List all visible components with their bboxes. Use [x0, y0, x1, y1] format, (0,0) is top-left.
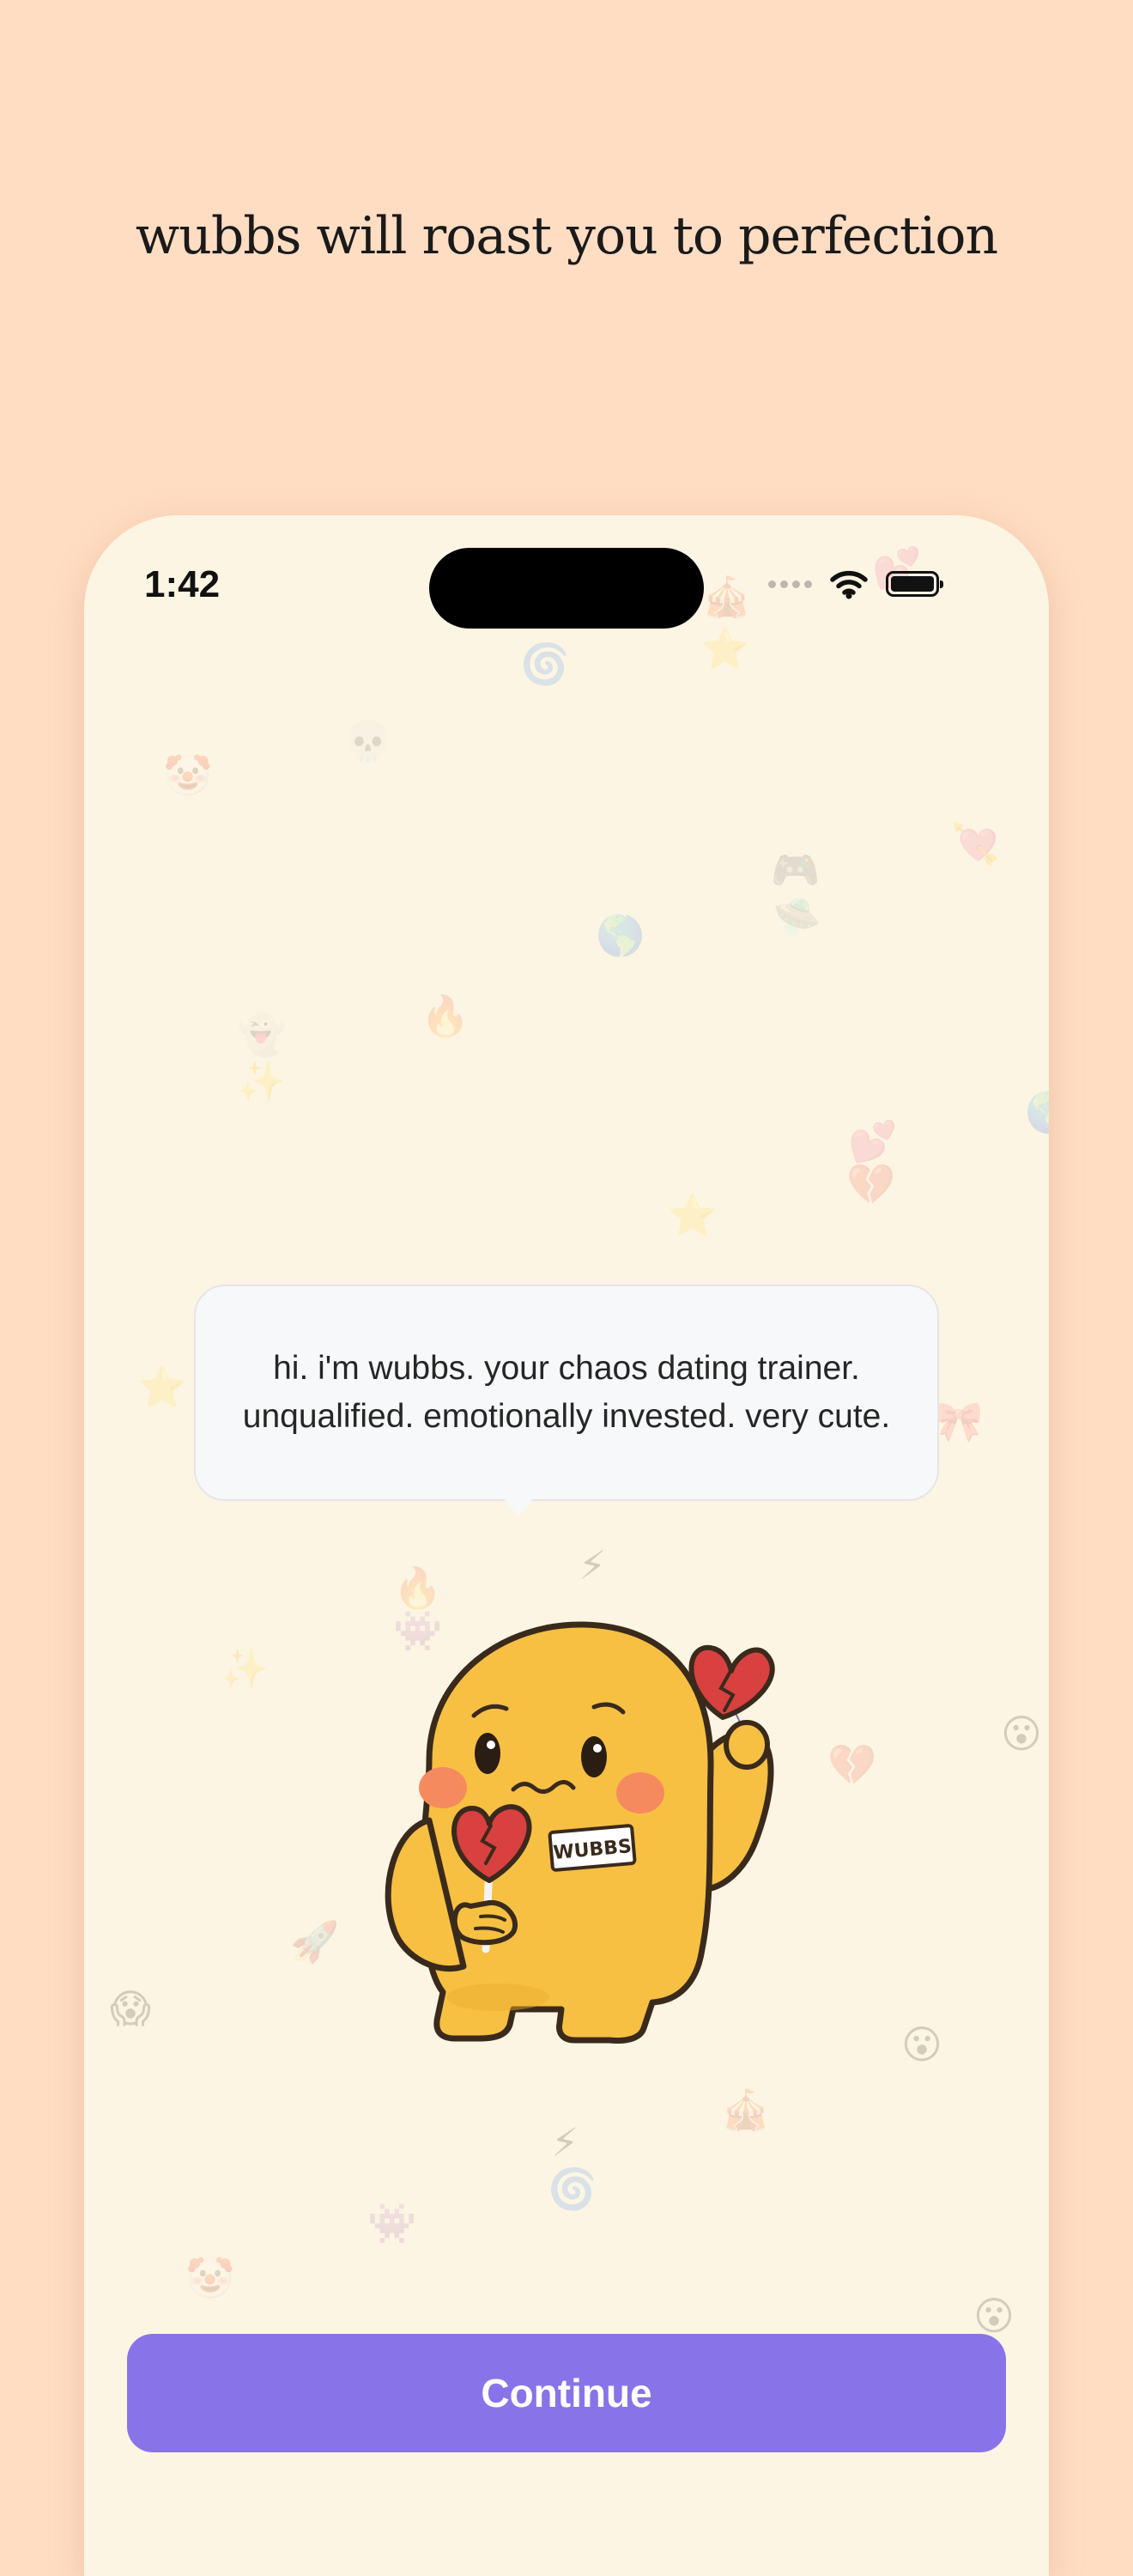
- face-icon: 😮: [901, 2021, 942, 2068]
- ufo-icon: 🛸: [772, 895, 822, 941]
- game-controller-icon: 🎮: [771, 847, 821, 893]
- skull-icon: 💀: [343, 718, 393, 764]
- clown-icon: 🤡: [185, 2255, 235, 2301]
- globe-icon: 🌎: [596, 912, 645, 958]
- spiral-icon: 🌀: [548, 2166, 597, 2212]
- broken-heart-icon: 💔: [827, 1741, 877, 1788]
- speech-bubble-text: hi. i'm wubbs. your chaos dating trainer…: [242, 1350, 891, 1435]
- globe-icon: 🌎: [1025, 1092, 1049, 1132]
- clown-icon: 🤡: [163, 752, 213, 799]
- scream-face-icon: 😱: [110, 1985, 151, 2032]
- fire-icon: 🔥: [421, 993, 470, 1039]
- face-icon: 😮: [1001, 1710, 1042, 1757]
- status-icons: [768, 567, 943, 601]
- star-icon: ⭐: [668, 1192, 718, 1238]
- heart-arrow-icon: 💘: [951, 821, 1001, 867]
- speech-bubble-tail: [503, 1498, 534, 1516]
- lightning-icon: ⚡: [579, 1542, 607, 1589]
- spiral-icon: 🌀: [520, 641, 570, 687]
- hearts-icon: 💕: [848, 1118, 898, 1164]
- battery-icon: [886, 571, 943, 597]
- sparkles-icon: ✨: [220, 1645, 270, 1692]
- wubbs-mascot: WUBBS: [385, 1621, 775, 2044]
- wifi-icon: [830, 570, 868, 599]
- dynamic-island: [429, 548, 704, 629]
- broken-heart-icon: 💔: [846, 1161, 896, 1207]
- phone-frame: 🤡 💀 🌀 🎪 ⭐ 💕 💘 🎮 🛸 🌎 🔥 👻 ✨ 💕 💔 ⭐ 🌎 ⭐ 🎀 ⚡ …: [84, 515, 1049, 2576]
- bow-icon: 🎀: [934, 1398, 984, 1444]
- star-icon: ⭐: [700, 625, 750, 671]
- status-time: 1:42: [144, 563, 221, 605]
- cellular-signal-icon: [768, 580, 812, 588]
- fire-icon: 🔥: [393, 1564, 443, 1611]
- ghost-icon: 👻: [237, 1012, 287, 1058]
- continue-button[interactable]: Continue: [127, 2334, 1006, 2452]
- circus-tent-icon: 🎪: [702, 574, 752, 620]
- lightning-icon: ⚡: [551, 2119, 579, 2166]
- alien-monster-icon: 👾: [367, 2200, 417, 2246]
- rocket-icon: 🚀: [290, 1918, 340, 1965]
- star-icon: ⭐: [137, 1364, 187, 1410]
- page-headline: wubbs will roast you to perfection: [135, 206, 998, 266]
- sparkles-icon: ✨: [237, 1058, 287, 1104]
- circus-tent-icon: 🎪: [721, 2087, 771, 2133]
- face-icon: 😮: [973, 2293, 1015, 2339]
- speech-bubble: hi. i'm wubbs. your chaos dating trainer…: [194, 1285, 939, 1501]
